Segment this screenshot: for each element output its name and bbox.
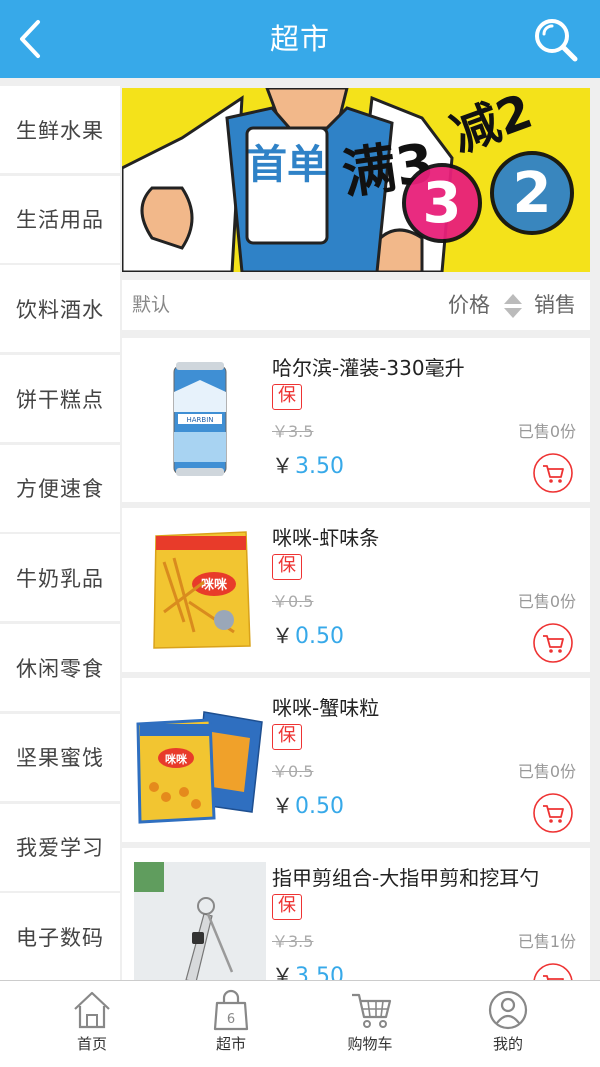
- sidebar-item-study[interactable]: 我爱学习: [0, 803, 120, 891]
- currency-symbol: ￥: [272, 794, 293, 818]
- search-button[interactable]: [532, 16, 580, 64]
- guarantee-badge: 保: [272, 554, 302, 580]
- beer-can-image: HARBIN: [173, 362, 227, 476]
- sidebar-item-electronics[interactable]: 电子数码: [0, 893, 120, 980]
- sidebar-item-instant-food[interactable]: 方便速食: [0, 444, 120, 532]
- sort-bar: 默认 价格 销售: [122, 280, 590, 330]
- svg-text:咪咪: 咪咪: [201, 577, 228, 593]
- tab-supermarket[interactable]: 6 超市: [181, 981, 281, 1067]
- original-price: ￥3.5: [272, 422, 314, 441]
- current-price: ￥0.50: [272, 790, 344, 820]
- page-title: 超市: [269, 22, 330, 56]
- home-icon: [74, 991, 110, 1029]
- tab-mine[interactable]: 我的: [458, 981, 558, 1067]
- svg-text:咪咪: 咪咪: [165, 752, 188, 766]
- tab-cart-label: 购物车: [347, 1035, 393, 1053]
- add-to-cart-button[interactable]: [532, 792, 574, 834]
- original-price: ￥3.5: [272, 932, 314, 951]
- current-price: ￥0.50: [272, 620, 344, 650]
- product-card[interactable]: 咪咪 咪咪-虾味条 保 ￥0.5 已售0份 ￥0.50: [122, 508, 590, 672]
- bag-number: 6: [227, 1012, 235, 1027]
- sort-sales-button[interactable]: 销售: [534, 280, 576, 330]
- nail-clipper-image: [134, 862, 266, 980]
- sidebar-item-daily-goods[interactable]: 生活用品: [0, 175, 120, 263]
- current-price: ￥3.50: [272, 960, 344, 980]
- original-price: ￥0.5: [272, 592, 314, 611]
- sold-count: 已售0份: [517, 762, 576, 781]
- currency-symbol: ￥: [272, 964, 293, 980]
- sold-count: 已售1份: [517, 932, 576, 951]
- search-icon: [535, 19, 578, 62]
- product-card[interactable]: HARBIN 哈尔滨-灌装-330毫升 保 ￥3.5 已售0份 ￥3.50: [122, 338, 590, 502]
- current-price: ￥3.50: [272, 450, 344, 480]
- currency-symbol: ￥: [272, 454, 293, 478]
- tab-mine-label: 我的: [492, 1035, 523, 1053]
- sidebar-item-biscuits[interactable]: 饼干糕点: [0, 355, 120, 443]
- snack-bag-image: 咪咪: [153, 531, 251, 649]
- price-value: 3.50: [295, 964, 344, 980]
- product-panel: 首单 满3 减2 3 2 默认 价格 销售 HARBIN 哈尔滨-灌装-330毫…: [122, 86, 600, 980]
- category-sidebar: 生鲜水果 生活用品 饮料酒水 饼干糕点 方便速食 牛奶乳品 休闲零食 坚果蜜饯 …: [0, 86, 120, 980]
- guarantee-badge: 保: [272, 384, 302, 410]
- sort-arrows-icon[interactable]: [502, 293, 524, 319]
- shopping-bag-icon: 6: [213, 989, 249, 1031]
- banner-shirt-text: 首单: [247, 142, 327, 188]
- product-name: 咪咪-虾味条: [272, 526, 380, 550]
- product-name: 咪咪-蟹味粒: [272, 696, 380, 720]
- sort-price-button[interactable]: 价格: [448, 280, 490, 330]
- top-bar: 超市: [0, 0, 600, 78]
- svg-text:HARBIN: HARBIN: [186, 416, 213, 424]
- sold-count: 已售0份: [517, 592, 576, 611]
- sidebar-item-dairy[interactable]: 牛奶乳品: [0, 534, 120, 622]
- snack-bags-image: 咪咪: [136, 711, 263, 824]
- sidebar-item-drinks[interactable]: 饮料酒水: [0, 265, 120, 353]
- add-to-cart-button[interactable]: [532, 962, 574, 980]
- product-card[interactable]: 咪咪 咪咪-蟹味粒 保 ￥0.5 已售0份 ￥0.50: [122, 678, 590, 842]
- tab-home[interactable]: 首页: [42, 981, 142, 1067]
- guarantee-badge: 保: [272, 724, 302, 750]
- product-name: 指甲剪组合-大指甲剪和挖耳勺: [272, 866, 540, 890]
- sidebar-item-fresh-fruit[interactable]: 生鲜水果: [0, 86, 120, 173]
- sidebar-item-snacks[interactable]: 休闲零食: [0, 624, 120, 712]
- tab-home-label: 首页: [76, 1035, 107, 1053]
- svg-text:2: 2: [513, 161, 552, 226]
- price-value: 3.50: [295, 454, 344, 479]
- original-price: ￥0.5: [272, 762, 314, 781]
- sidebar-item-nuts[interactable]: 坚果蜜饯: [0, 713, 120, 801]
- price-value: 0.50: [295, 794, 344, 819]
- tab-cart[interactable]: 购物车: [320, 981, 420, 1067]
- svg-text:3: 3: [423, 171, 462, 236]
- add-to-cart-button[interactable]: [532, 452, 574, 494]
- app-screen: 超市 生鲜水果 生活用品 饮料酒水 饼干糕点 方便速食 牛奶乳品 休闲零食 坚果…: [0, 0, 600, 1067]
- user-icon: [488, 990, 528, 1030]
- promo-banner[interactable]: 首单 满3 减2 3 2: [122, 88, 590, 272]
- guarantee-badge: 保: [272, 894, 302, 920]
- product-card[interactable]: 指甲剪组合-大指甲剪和挖耳勺 保 ￥3.5 已售1份 ￥3.50: [122, 848, 590, 980]
- cart-icon: [352, 993, 392, 1028]
- add-to-cart-button[interactable]: [532, 622, 574, 664]
- tab-supermarket-label: 超市: [215, 1035, 246, 1053]
- product-name: 哈尔滨-灌装-330毫升: [272, 356, 465, 380]
- bottom-tab-bar: 首页 6 超市 购物车 我的: [0, 980, 600, 1067]
- promo-banner-art: 首单 满3 减2 3 2: [122, 88, 590, 272]
- currency-symbol: ￥: [272, 624, 293, 648]
- price-value: 0.50: [295, 624, 344, 649]
- sort-default-button[interactable]: 默认: [132, 280, 170, 330]
- sold-count: 已售0份: [517, 422, 576, 441]
